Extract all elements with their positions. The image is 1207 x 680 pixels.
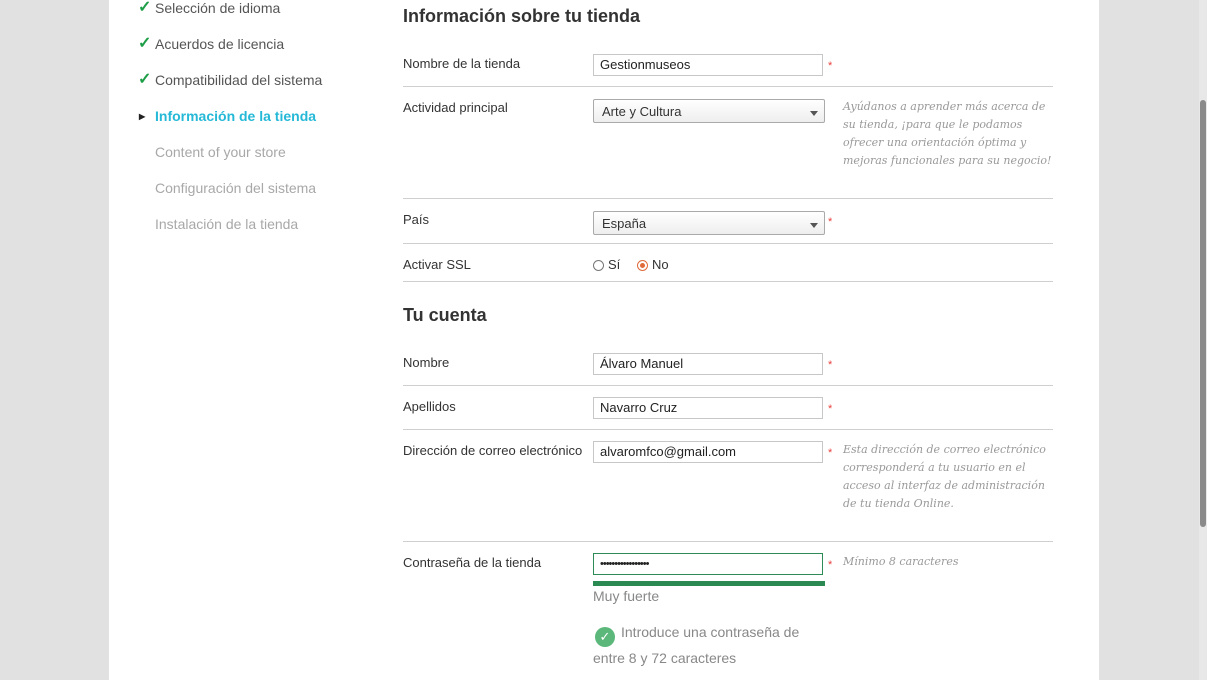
required-mark: * [828,559,833,571]
country-label: País [403,212,430,227]
activity-select[interactable]: Arte y Cultura [593,99,825,123]
password-input[interactable] [593,553,823,575]
step-store-info: ▶ Información de la tienda [139,108,317,124]
first-name-input[interactable] [593,353,823,375]
ssl-no-radio[interactable]: No [637,257,669,272]
step-label: Compatibilidad del sistema [155,72,323,88]
password-label: Contraseña de la tienda [403,555,542,570]
required-mark: * [828,403,833,415]
step-label: Instalación de la tienda [155,216,299,232]
divider [403,281,1053,282]
first-name-label: Nombre [403,355,450,370]
step-content: Content of your store [155,144,286,160]
ssl-no-label: No [652,257,669,272]
checkmark-icon: ✓ [138,71,152,88]
store-section-title: Información sobre tu tienda [403,6,641,26]
ssl-yes-radio[interactable]: Sí [593,257,620,272]
triangle-right-icon: ▶ [139,112,146,121]
scrollbar-track[interactable] [1199,0,1207,680]
step-label: Content of your store [155,144,286,160]
radio-circle [637,260,648,271]
password-strength-text: Muy fuerte [593,588,660,604]
ssl-yes-label: Sí [608,257,621,272]
divider [403,243,1053,244]
password-help-text: Mínimo 8 caracteres [843,555,959,568]
divider [403,385,1053,386]
password-validation-message: ✓ Introduce una contraseña de entre 8 y 7… [593,621,823,669]
divider [403,541,1053,542]
activity-help-text: Ayúdanos a aprender más acerca de su tie… [843,100,1052,167]
store-name-input[interactable] [593,54,823,76]
password-validation-text: Introduce una contraseña de entre 8 y 72… [593,624,800,666]
checkmark-icon: ✓ [138,35,152,52]
required-mark: * [828,216,833,228]
activity-label: Actividad principal [403,100,508,115]
activity-selected-value: Arte y Cultura [602,104,682,119]
step-install: Instalación de la tienda [155,216,298,232]
step-label: Configuración del sistema [155,180,317,196]
email-input[interactable] [593,441,823,463]
required-mark: * [828,447,833,459]
last-name-label: Apellidos [403,399,456,414]
divider [403,86,1053,87]
ssl-label: Activar SSL [403,257,471,272]
check-circle-icon: ✓ [595,627,615,647]
country-selected-value: España [602,216,647,231]
step-system-config: Configuración del sistema [155,180,316,196]
step-label: Acuerdos de licencia [155,36,285,52]
step-language: ✓ Selección de idioma [138,0,281,16]
country-select[interactable]: España [593,211,825,235]
divider [403,429,1053,430]
step-label: Selección de idioma [155,0,281,16]
scrollbar-thumb[interactable] [1200,100,1206,527]
account-section-title: Tu cuenta [403,305,487,325]
email-label: Dirección de correo electrónico [403,443,583,458]
dropdown-arrow-icon [810,111,818,116]
password-strength-bar [593,581,825,586]
checkmark-icon: ✓ [138,0,152,16]
installer-page: ✓ Selección de idioma ✓ Acuerdos de lice… [109,0,1099,680]
radio-circle [593,260,604,271]
step-license: ✓ Acuerdos de licencia [138,35,285,52]
divider [403,198,1053,199]
step-compatibility: ✓ Compatibilidad del sistema [138,71,323,88]
required-mark: * [828,60,833,72]
dropdown-arrow-icon [810,223,818,228]
required-mark: * [828,359,833,371]
last-name-input[interactable] [593,397,823,419]
step-label: Información de la tienda [155,108,317,124]
email-help-text: Esta dirección de correo electrónico cor… [843,443,1046,510]
store-name-label: Nombre de la tienda [403,56,521,71]
